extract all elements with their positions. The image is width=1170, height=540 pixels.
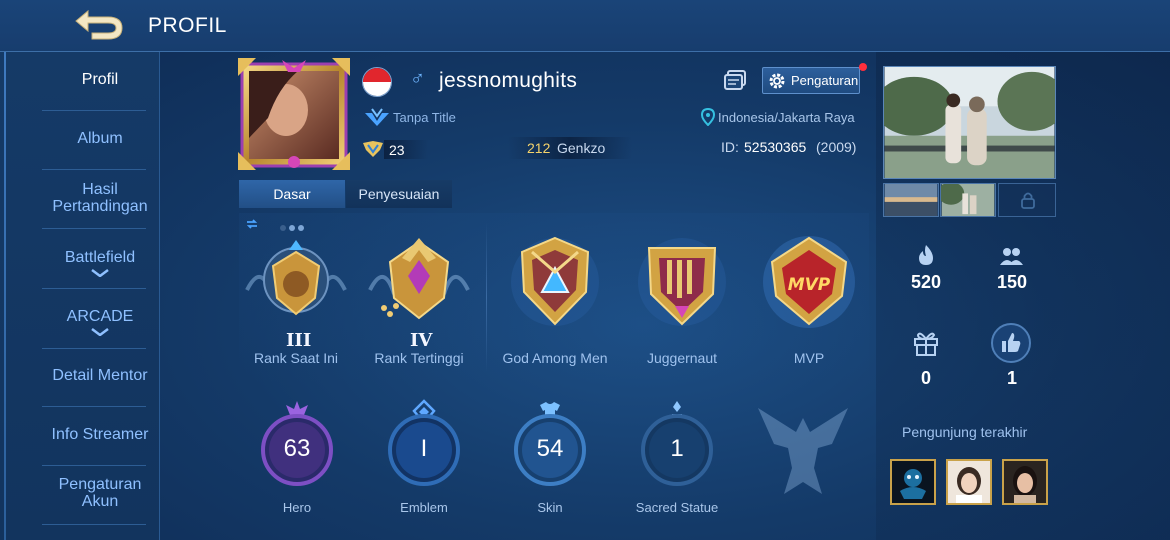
juggernaut-badge[interactable] [627, 232, 737, 332]
tab-penyesuaian[interactable]: Penyesuaian [346, 180, 452, 208]
sidebar-item-profil[interactable]: Profil [40, 71, 160, 88]
divider [42, 288, 146, 289]
followers-icon [1000, 248, 1023, 265]
divider [42, 406, 146, 407]
rank-current-badge[interactable] [241, 232, 351, 332]
likes-count: 1 [1006, 368, 1017, 388]
album-thumbnail[interactable] [940, 183, 996, 217]
sacred-statue-count: 1 [670, 435, 684, 462]
divider [42, 169, 146, 170]
location-text: Indonesia/Jakarta Raya [718, 110, 855, 125]
hero-count: 63 [283, 435, 311, 462]
visitor-avatar[interactable] [946, 459, 992, 505]
chevron-down-icon [91, 328, 109, 336]
recent-visitors-title: Pengunjung terakhir [902, 424, 1028, 440]
sidebar-item-battlefield[interactable]: Battlefield [40, 249, 160, 277]
sidebar-item-arcade[interactable]: ARCADE [40, 308, 160, 336]
sidebar-item-label: Hasil Pertandingan [52, 181, 148, 215]
divider [42, 524, 146, 525]
like-icon[interactable] [990, 322, 1032, 364]
popularity-count: 520 [910, 272, 942, 292]
emblem-count: I [420, 435, 428, 462]
title-icon [365, 108, 389, 126]
sidebar-item-label: Battlefield [64, 249, 136, 266]
divider [42, 348, 146, 349]
country-flag-icon [362, 67, 392, 97]
sidebar-item-label: ARCADE [66, 308, 134, 325]
skin-count: 54 [536, 435, 564, 462]
gender-icon: ♂ [410, 68, 425, 90]
popularity-fire-icon [919, 245, 933, 265]
location-pin-icon [701, 108, 715, 126]
level-icon [363, 141, 383, 157]
sidebar-item-detail-mentor[interactable]: Detail Mentor [40, 367, 160, 384]
rank-highest-tier: IV [410, 330, 433, 351]
divider [42, 110, 146, 111]
sidebar: Profil Album Hasil Pertandingan Battlefi… [0, 52, 160, 540]
followers-count: 150 [996, 272, 1028, 292]
genkzo-label: Genkzo [557, 140, 606, 156]
skin-label: Skin [537, 500, 563, 515]
mvp-badge[interactable]: MVP [754, 232, 864, 332]
rank-current-tier: III [286, 330, 312, 351]
visitor-avatar[interactable] [890, 459, 936, 505]
sidebar-item-hasil-pertandingan[interactable]: Hasil Pertandingan [40, 181, 160, 215]
notification-dot [859, 63, 867, 71]
settings-button[interactable]: Pengaturan [762, 67, 860, 94]
sidebar-item-album[interactable]: Album [40, 130, 160, 147]
juggernaut-label: Juggernaut [646, 350, 718, 366]
rank-highest-badge[interactable] [364, 232, 474, 332]
username: jessnomughits [439, 69, 578, 92]
switch-icon[interactable] [245, 217, 259, 231]
tab-dasar[interactable]: Dasar [239, 180, 345, 208]
album-main-photo[interactable] [883, 66, 1056, 179]
back-arrow-icon[interactable] [68, 8, 126, 42]
rank-current-label: Rank Saat Ini [253, 350, 339, 366]
id-value: 52530365 [744, 139, 807, 155]
emblem-label: Emblem [400, 500, 448, 515]
settings-label: Pengaturan [791, 73, 859, 88]
player-level: 23 [389, 142, 405, 158]
id-label: ID: [721, 139, 739, 155]
page-title: PROFIL [148, 14, 227, 37]
rank-highest-label: Rank Tertinggi [374, 350, 464, 366]
album-locked-slot[interactable] [998, 183, 1056, 217]
id-year: (2009) [816, 139, 857, 155]
mvp-emblem-text: MVP [788, 275, 831, 295]
gear-icon [769, 73, 785, 89]
card-icon[interactable] [723, 69, 747, 91]
genkzo-value: 212 [527, 140, 551, 156]
album-thumbnail[interactable] [883, 183, 939, 217]
god-among-men-label: God Among Men [502, 350, 608, 366]
sacred-statue-label: Sacred Statue [635, 500, 719, 515]
eagle-watermark-icon [758, 408, 848, 494]
chevron-down-icon [91, 269, 109, 277]
lock-icon [1021, 192, 1035, 209]
sidebar-item-pengaturan-akun[interactable]: Pengaturan Akun [40, 476, 160, 510]
divider [42, 465, 146, 466]
player-title: Tanpa Title [393, 110, 456, 125]
hero-label: Hero [282, 500, 312, 515]
top-bar: PROFIL [0, 0, 1170, 52]
divider [42, 228, 146, 229]
gift-icon[interactable] [912, 330, 940, 356]
gifts-count: 0 [920, 368, 931, 388]
visitor-avatar[interactable] [1002, 459, 1048, 505]
mvp-label: MVP [793, 350, 825, 366]
avatar[interactable] [238, 58, 350, 170]
god-among-men-badge[interactable] [500, 232, 610, 332]
sidebar-item-info-streamer[interactable]: Info Streamer [40, 426, 160, 443]
